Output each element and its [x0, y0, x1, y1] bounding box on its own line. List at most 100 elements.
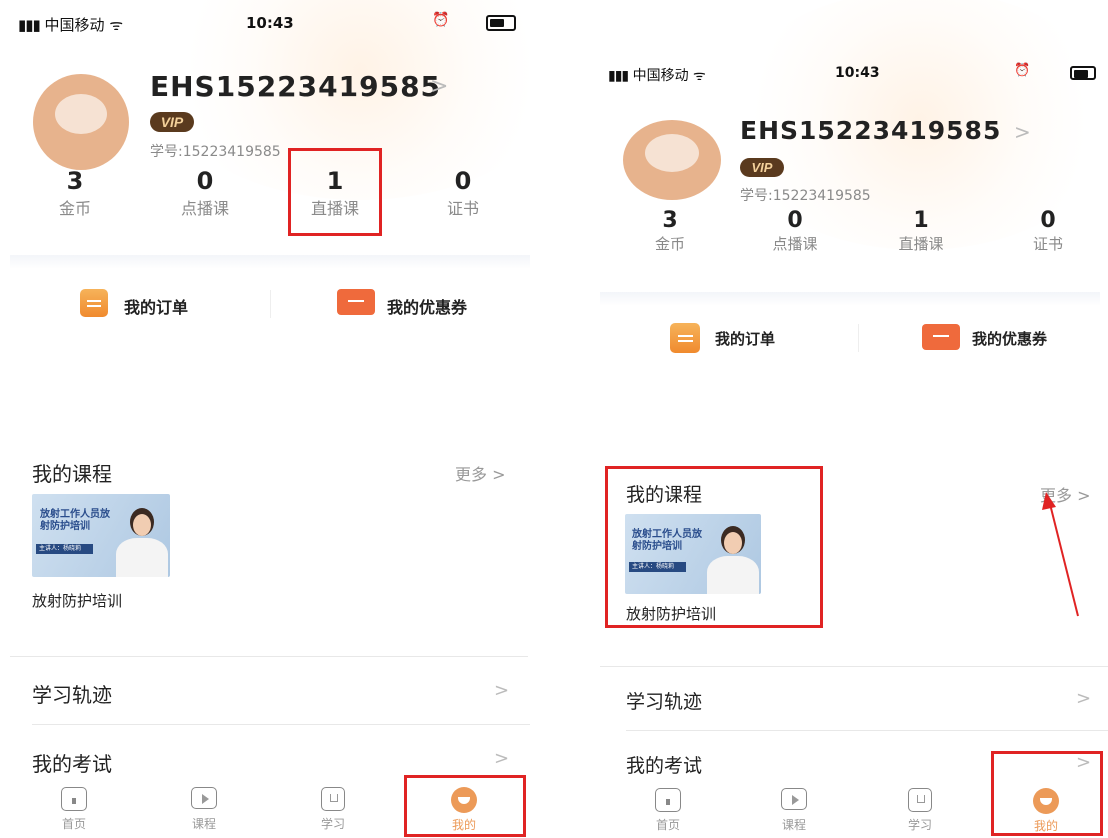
section-divider — [10, 255, 530, 269]
coupon-icon — [337, 289, 375, 315]
divider — [600, 666, 1108, 667]
stat-label: 直播课 — [898, 235, 944, 253]
status-time: 10:43 — [835, 65, 880, 81]
my-exams-row[interactable]: 我的考试 — [32, 748, 112, 777]
tab-label: 学习 — [320, 817, 345, 831]
student-id: 学号:15223419585 — [740, 188, 871, 204]
tab-home[interactable]: 首页 — [52, 787, 96, 832]
carrier-label: 中国移动 — [44, 16, 105, 34]
tab-home[interactable]: 首页 — [646, 788, 690, 833]
stat-value: 0 — [454, 167, 472, 195]
signal-icon: ▮▮▮ — [18, 16, 41, 34]
learning-track-row[interactable]: 学习轨迹 — [32, 679, 112, 708]
red-arrow-annotation — [1042, 492, 1079, 617]
tab-courses[interactable]: 课程 — [182, 787, 226, 832]
tab-label: 课程 — [781, 818, 806, 832]
divider — [626, 730, 1108, 731]
home-icon — [655, 788, 681, 812]
carrier-label: 中国移动 — [632, 68, 689, 84]
tab-label: 学习 — [907, 818, 932, 832]
stat-vod-courses[interactable]: 0 点播课 — [750, 208, 840, 254]
my-courses-title: 我的课程 — [32, 462, 112, 486]
chevron-right-icon[interactable]: > — [1014, 120, 1031, 144]
thumbnail-title: 放射工作人员放射防护培训 — [40, 509, 110, 532]
status-bar: ▮▮▮ 中国移动 ᯤ — [18, 14, 123, 35]
stat-value: 3 — [662, 208, 678, 233]
signal-icon: ▮▮▮ — [608, 68, 629, 84]
stat-certificates[interactable]: 0 证书 — [425, 167, 501, 219]
my-coupons-link[interactable]: 我的优惠券 — [972, 328, 1047, 349]
stat-label: 证书 — [1032, 235, 1063, 253]
stat-label: 金币 — [58, 199, 91, 218]
alarm-icon: ⏰ — [1014, 63, 1031, 78]
tab-courses[interactable]: 课程 — [772, 788, 816, 833]
avatar[interactable] — [33, 74, 129, 170]
chevron-right-icon[interactable]: > — [494, 748, 509, 769]
divider — [858, 324, 859, 352]
stat-coins[interactable]: 3 金币 — [630, 208, 710, 254]
wifi-icon: ᯤ — [693, 68, 706, 84]
stat-value: 0 — [196, 167, 214, 195]
stat-value: 3 — [66, 167, 84, 195]
stat-coins[interactable]: 3 金币 — [35, 167, 115, 219]
username[interactable]: EHS15223419585 — [150, 70, 441, 103]
highlight-box — [404, 775, 526, 837]
stat-value: 1 — [913, 208, 929, 233]
tab-study[interactable]: 学习 — [311, 787, 355, 832]
presenter-image — [114, 508, 170, 577]
status-bar: ▮▮▮ 中国移动 ᯤ — [608, 65, 706, 85]
divider — [270, 290, 271, 318]
bookmark-icon — [321, 787, 345, 811]
battery-icon — [1070, 66, 1096, 80]
stat-label: 金币 — [654, 235, 685, 253]
divider — [32, 724, 530, 725]
stat-label: 点播课 — [180, 199, 229, 218]
stat-value: 0 — [1040, 208, 1056, 233]
learning-track-row[interactable]: 学习轨迹 — [626, 687, 702, 714]
chevron-right-icon[interactable]: > — [430, 74, 448, 99]
more-link[interactable]: 更多 > — [455, 461, 506, 485]
chevron-right-icon[interactable]: > — [494, 680, 509, 701]
home-icon — [61, 787, 87, 811]
play-icon — [781, 788, 807, 810]
vip-badge: VIP — [150, 112, 194, 132]
wifi-icon: ᯤ — [109, 16, 124, 34]
order-icon — [80, 289, 108, 317]
student-id: 学号:15223419585 — [150, 144, 281, 160]
my-coupons-link[interactable]: 我的优惠券 — [387, 294, 467, 318]
course-thumbnail[interactable]: 放射工作人员放射防护培训 主讲人：杨晓莉 — [32, 494, 170, 577]
stat-certificates[interactable]: 0 证书 — [1008, 208, 1088, 254]
right-screenshot: ▮▮▮ 中国移动 ᯤ 10:43 ⏰ EHS15223419585 > VIP … — [590, 0, 1108, 838]
stat-value: 0 — [787, 208, 803, 233]
tab-label: 首页 — [655, 818, 680, 832]
battery-icon — [486, 15, 516, 31]
status-time: 10:43 — [246, 14, 294, 32]
stat-label: 点播课 — [772, 235, 818, 253]
stat-label: 证书 — [446, 199, 479, 218]
username[interactable]: EHS15223419585 — [740, 116, 1001, 145]
coupon-icon — [922, 324, 960, 350]
highlight-box — [288, 148, 382, 236]
vip-badge: VIP — [740, 158, 784, 177]
thumbnail-caption: 主讲人：杨晓莉 — [36, 544, 93, 554]
avatar[interactable] — [623, 120, 721, 200]
highlight-box — [991, 751, 1103, 836]
stat-live-courses[interactable]: 1 直播课 — [876, 208, 966, 254]
stat-vod-courses[interactable]: 0 点播课 — [160, 167, 250, 219]
tab-label: 课程 — [191, 817, 216, 831]
divider — [10, 656, 528, 657]
left-screenshot: ▮▮▮ 中国移动 ᯤ 10:43 ⏰ EHS15223419585 > VIP … — [0, 0, 540, 838]
order-icon — [670, 323, 700, 353]
my-orders-link[interactable]: 我的订单 — [715, 328, 775, 349]
bookmark-icon — [908, 788, 932, 812]
my-exams-row[interactable]: 我的考试 — [626, 751, 702, 778]
alarm-icon: ⏰ — [432, 12, 450, 28]
play-icon — [191, 787, 217, 809]
section-divider — [600, 292, 1100, 306]
course-name[interactable]: 放射防护培训 — [32, 590, 122, 611]
tab-label: 首页 — [61, 817, 86, 831]
my-orders-link[interactable]: 我的订单 — [124, 294, 188, 318]
highlight-box — [605, 466, 823, 628]
tab-study[interactable]: 学习 — [898, 788, 942, 833]
chevron-right-icon[interactable]: > — [1076, 688, 1091, 709]
